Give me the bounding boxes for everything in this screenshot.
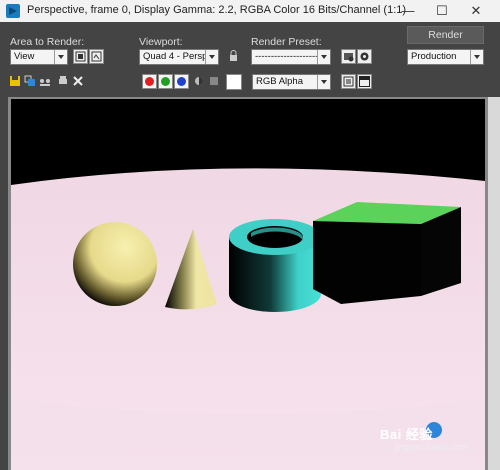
chevron-down-icon — [54, 50, 67, 64]
edit-region-icon — [75, 51, 86, 62]
chevron-down-icon — [317, 50, 330, 64]
chevron-down-icon — [317, 75, 330, 89]
render-preset-value: -------------------- — [255, 51, 319, 62]
blue-channel-toggle[interactable] — [174, 74, 189, 89]
viewport-dropdown[interactable]: Quad 4 - Perspec — [139, 49, 219, 65]
clone-frame-icon[interactable] — [24, 75, 36, 87]
auto-region-icon — [91, 51, 102, 62]
color-swatch[interactable] — [226, 74, 242, 90]
rendered-scene — [11, 99, 485, 470]
watermark-text: Bai 经验 — [380, 427, 433, 442]
minimize-button[interactable]: — — [394, 2, 422, 20]
render-mode-value: Production — [411, 51, 457, 62]
maximize-button[interactable]: ☐ — [428, 2, 456, 20]
render-preset-dropdown[interactable]: -------------------- — [251, 49, 331, 65]
environment-button[interactable] — [357, 49, 372, 64]
box-object — [313, 202, 461, 304]
window-title: Perspective, frame 0, Display Gamma: 2.2… — [27, 4, 407, 16]
red-dot-icon — [145, 77, 154, 86]
print-image-icon[interactable] — [57, 75, 69, 87]
render-preset-label: Render Preset: — [251, 36, 322, 48]
toggle-ui-overlay-button[interactable] — [357, 74, 372, 89]
render-setup-button[interactable] — [341, 49, 356, 64]
green-channel-toggle[interactable] — [158, 74, 173, 89]
save-image-icon[interactable] — [9, 75, 21, 87]
print-icon[interactable] — [39, 75, 51, 87]
viewport-label: Viewport: — [139, 36, 183, 48]
cylinder-object — [229, 219, 321, 312]
monochrome-icon[interactable] — [208, 75, 220, 87]
render-mode-dropdown[interactable]: Production — [407, 49, 484, 65]
panel-icon — [359, 76, 370, 87]
vertical-scrollbar[interactable] — [488, 97, 500, 470]
app-logo-icon — [6, 4, 20, 18]
title-bar: Perspective, frame 0, Display Gamma: 2.2… — [0, 0, 500, 22]
rendered-frame-window: Perspective, frame 0, Display Gamma: 2.2… — [0, 0, 500, 470]
close-button[interactable]: ✕ — [462, 2, 490, 20]
area-to-render-dropdown[interactable]: View — [10, 49, 68, 65]
chevron-down-icon — [470, 50, 483, 64]
environment-icon — [360, 52, 369, 61]
chevron-down-icon — [205, 50, 218, 64]
sphere-object — [73, 222, 157, 306]
channel-value: RGB Alpha — [256, 76, 303, 87]
red-channel-toggle[interactable] — [142, 74, 157, 89]
area-to-render-label: Area to Render: — [10, 36, 85, 48]
edit-region-button[interactable] — [73, 49, 88, 64]
alpha-channel-icon[interactable] — [193, 75, 205, 87]
render-setup-icon — [344, 53, 354, 62]
lock-viewport-button[interactable] — [227, 49, 240, 63]
display-alpha-button[interactable] — [341, 74, 356, 89]
area-to-render-value: View — [14, 51, 35, 62]
watermark-url: jingyan.baidu.com — [395, 442, 468, 452]
blue-dot-icon — [177, 77, 186, 86]
green-dot-icon — [161, 77, 170, 86]
auto-region-button[interactable] — [89, 49, 104, 64]
render-button[interactable]: Render — [407, 26, 484, 44]
clear-icon[interactable] — [72, 75, 84, 87]
render-viewport — [8, 97, 488, 470]
channel-dropdown[interactable]: RGB Alpha — [252, 74, 331, 90]
frame-window-icon — [343, 76, 354, 87]
lock-icon — [230, 50, 237, 61]
